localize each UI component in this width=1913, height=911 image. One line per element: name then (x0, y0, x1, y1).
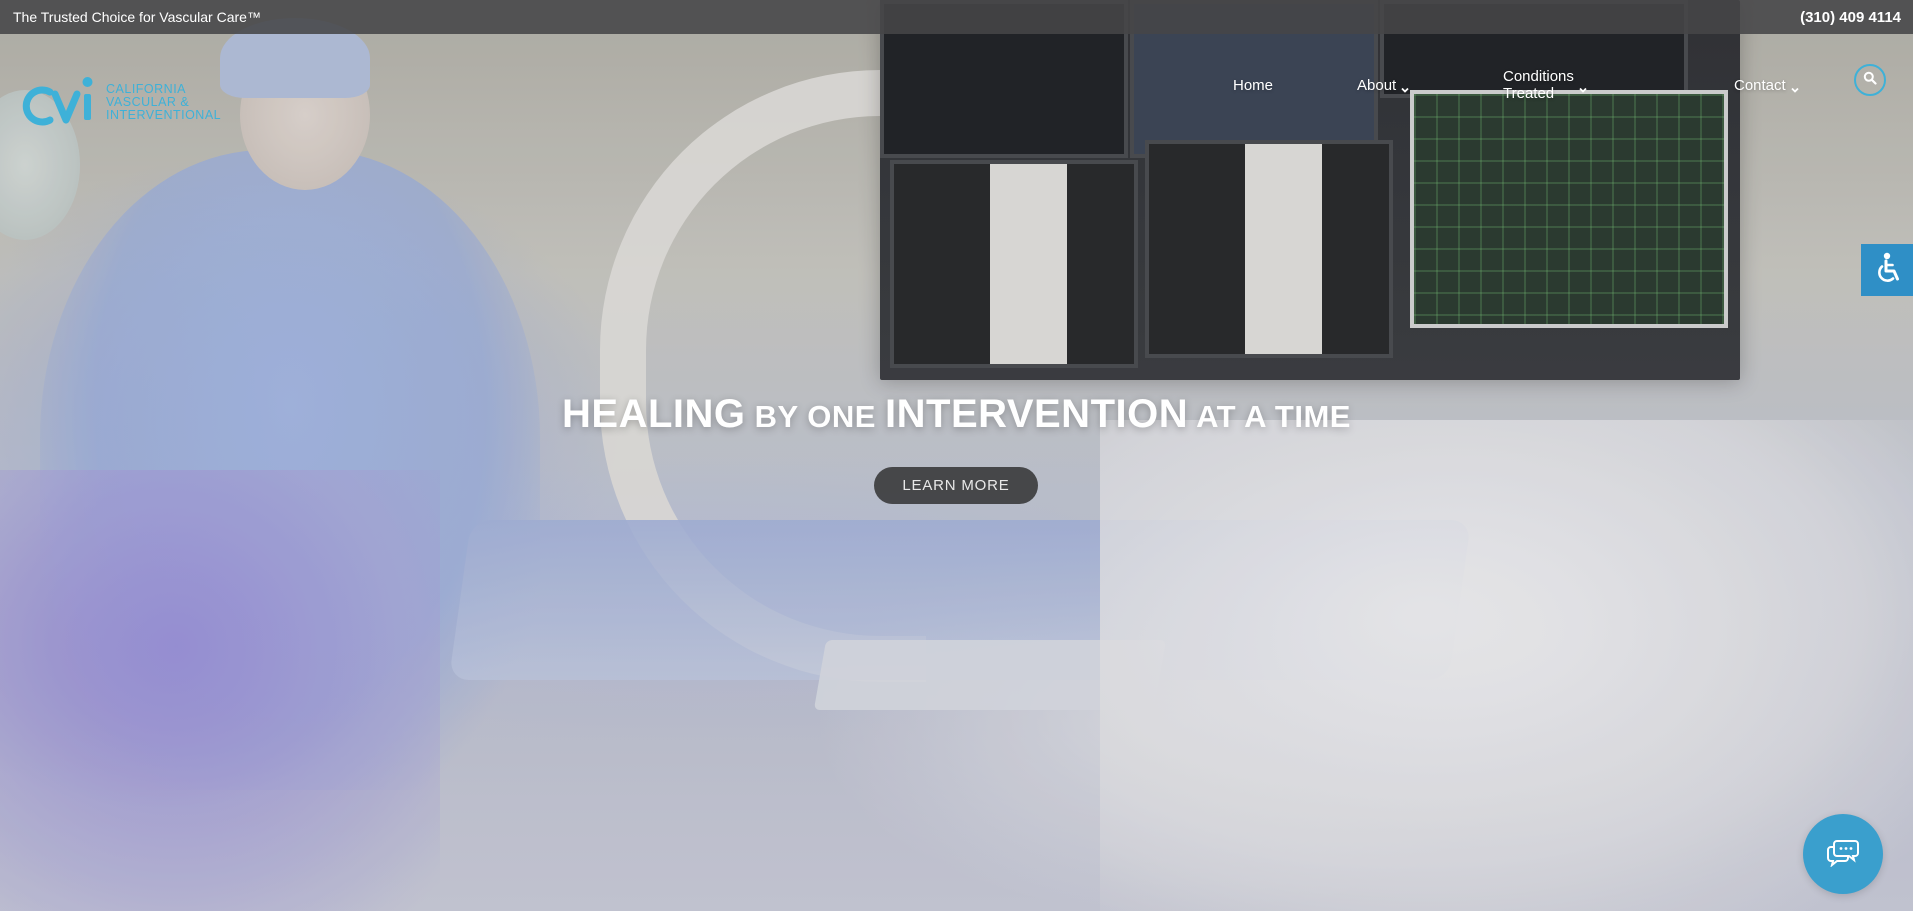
hero-title-part: INTERVENTION (885, 392, 1189, 436)
hero-overlay (0, 0, 1913, 911)
page: The Trusted Choice for Vascular Care™ (3… (0, 0, 1913, 911)
logo-text-line: CALIFORNIA (106, 81, 187, 96)
nav-item-label: Conditions Treated (1503, 68, 1574, 102)
site-logo[interactable]: CALIFORNIA VASCULAR & INTERVENTIONAL (22, 70, 221, 128)
accessibility-button[interactable] (1861, 244, 1913, 296)
site-header: CALIFORNIA VASCULAR & INTERVENTIONAL Hom… (0, 34, 1913, 126)
chat-bubbles-icon (1825, 837, 1861, 872)
logo-text: CALIFORNIA VASCULAR & INTERVENTIONAL (106, 81, 222, 122)
logo-text-line: VASCULAR & (106, 94, 190, 109)
hero-title-part: AT A TIME (1188, 399, 1351, 434)
search-button[interactable] (1854, 64, 1886, 96)
nav-item-home[interactable]: Home (1233, 77, 1273, 94)
search-icon (1863, 71, 1877, 90)
nav-item-label: Home (1233, 76, 1274, 94)
hero-title-part: BY ONE (745, 399, 886, 434)
tagline: The Trusted Choice for Vascular Care™ (13, 9, 261, 25)
hero-title: HEALING BY ONE INTERVENTION AT A TIME (0, 392, 1913, 437)
chevron-down-icon (1579, 81, 1587, 93)
nav-item-conditions-treated[interactable]: Conditions Treated (1503, 68, 1587, 102)
nav-item-label: About (1357, 76, 1397, 94)
nav-item-contact[interactable]: Contact (1734, 77, 1799, 94)
chat-button[interactable] (1803, 814, 1883, 894)
logo-mark-icon (22, 70, 100, 128)
hero-title-part: HEALING (562, 392, 746, 436)
wheelchair-icon (1869, 250, 1905, 291)
nav-item-label: Contact (1734, 76, 1786, 94)
chevron-down-icon (1401, 81, 1409, 93)
logo-text-line: INTERVENTIONAL (106, 107, 222, 122)
learn-more-button[interactable]: LEARN MORE (874, 467, 1038, 504)
chevron-down-icon (1791, 81, 1799, 93)
nav-item-about[interactable]: About (1357, 77, 1409, 94)
phone-link[interactable]: (310) 409 4114 (1800, 9, 1901, 26)
top-bar: The Trusted Choice for Vascular Care™ (3… (0, 0, 1913, 34)
